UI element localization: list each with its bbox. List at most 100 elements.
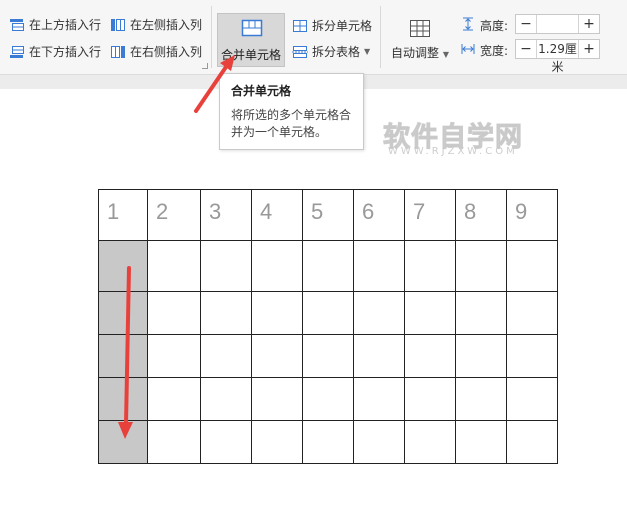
- table-cell[interactable]: [506, 291, 558, 335]
- table-cell[interactable]: [353, 420, 405, 464]
- table-cell[interactable]: [506, 334, 558, 378]
- table-cell[interactable]: [251, 420, 303, 464]
- insert-column-right-label: 在右侧插入列: [130, 45, 203, 59]
- width-input[interactable]: 1.29厘米: [538, 40, 577, 76]
- table-cell[interactable]: [147, 240, 201, 292]
- table-cell[interactable]: [404, 377, 456, 421]
- insert-row-below-label: 在下方插入行: [29, 45, 102, 59]
- table-cell[interactable]: [147, 334, 201, 378]
- merge-cells-tooltip: 合并单元格 将所选的多个单元格合并为一个单元格。: [219, 73, 364, 150]
- table-cell[interactable]: [455, 240, 507, 292]
- table-cell[interactable]: [455, 377, 507, 421]
- height-stepper[interactable]: − +: [515, 14, 600, 34]
- ribbon-toolbar: 在上方插入行 在下方插入行 在左侧插入列 在右侧插入列 合并单元格 拆分单元格: [0, 0, 627, 75]
- group-expand-corner[interactable]: [202, 63, 208, 69]
- insert-row-above-label: 在上方插入行: [29, 18, 102, 32]
- insert-column-left-button[interactable]: 在左侧插入列: [110, 16, 202, 33]
- insert-column-right-icon: [110, 45, 126, 59]
- table-cell[interactable]: [506, 420, 558, 464]
- table-cell[interactable]: [147, 377, 201, 421]
- table-cell[interactable]: [455, 291, 507, 335]
- split-table-button[interactable]: 拆分表格 ▼: [292, 43, 370, 60]
- table-cell[interactable]: [353, 240, 405, 292]
- table-cell[interactable]: 7: [404, 189, 456, 241]
- table-row: [98, 377, 558, 421]
- table-cell[interactable]: [302, 334, 354, 378]
- table-cell[interactable]: [200, 291, 252, 335]
- table-cell[interactable]: [200, 420, 252, 464]
- width-decrease-button[interactable]: −: [516, 40, 537, 58]
- split-table-icon: [292, 45, 308, 59]
- selected-table-cell[interactable]: [98, 334, 148, 378]
- table-row: [98, 420, 558, 464]
- table-cell[interactable]: 3: [200, 189, 252, 241]
- table-cell[interactable]: [302, 291, 354, 335]
- auto-fit-icon: [408, 17, 432, 43]
- document-table[interactable]: 1 2 3 4 5 6 7 8 9: [98, 189, 558, 464]
- table-cell[interactable]: [404, 420, 456, 464]
- table-cell[interactable]: [251, 240, 303, 292]
- table-row: [98, 291, 558, 335]
- watermark-url: WWW.RJZXW.COM: [388, 146, 518, 157]
- table-cell[interactable]: [506, 377, 558, 421]
- table-cell[interactable]: [404, 291, 456, 335]
- table-cell[interactable]: 4: [251, 189, 303, 241]
- table-cell[interactable]: [455, 334, 507, 378]
- insert-row-above-button[interactable]: 在上方插入行: [9, 16, 101, 33]
- table-cell[interactable]: 2: [147, 189, 201, 241]
- merge-cells-label: 合并单元格: [220, 48, 281, 62]
- table-cell[interactable]: [506, 240, 558, 292]
- selected-table-cell[interactable]: [98, 291, 148, 335]
- table-cell[interactable]: [302, 420, 354, 464]
- table-cell[interactable]: [404, 240, 456, 292]
- table-row: [98, 240, 558, 292]
- width-label: 宽度:: [480, 44, 509, 58]
- table-cell[interactable]: [455, 420, 507, 464]
- table-cell[interactable]: [251, 377, 303, 421]
- height-increase-button[interactable]: +: [578, 15, 599, 33]
- table-cell[interactable]: [200, 377, 252, 421]
- table-cell[interactable]: [353, 377, 405, 421]
- height-decrease-button[interactable]: −: [516, 15, 537, 33]
- row-height-icon: [460, 16, 476, 31]
- table-cell[interactable]: [302, 240, 354, 292]
- table-cell[interactable]: 9: [506, 189, 558, 241]
- split-cells-icon: [292, 19, 308, 33]
- table-row: [98, 334, 558, 378]
- table-cell[interactable]: [147, 291, 201, 335]
- insert-column-left-label: 在左侧插入列: [130, 18, 203, 32]
- table-cell[interactable]: [147, 420, 201, 464]
- column-width-icon: [460, 41, 476, 55]
- tooltip-body: 将所选的多个单元格合并为一个单元格。: [231, 108, 352, 139]
- width-increase-button[interactable]: +: [578, 40, 599, 58]
- table-cell[interactable]: [251, 334, 303, 378]
- toolbar-divider: [211, 6, 212, 68]
- auto-fit-button[interactable]: 自动调整 ▼: [388, 14, 452, 64]
- insert-column-right-button[interactable]: 在右侧插入列: [110, 43, 202, 60]
- split-table-label: 拆分表格: [312, 45, 361, 59]
- merge-cells-icon: [241, 19, 263, 41]
- table-cell[interactable]: [200, 334, 252, 378]
- selected-table-cell[interactable]: [98, 240, 148, 292]
- table-cell[interactable]: 1: [98, 189, 148, 241]
- table-cell[interactable]: [404, 334, 456, 378]
- table-row: 1 2 3 4 5 6 7 8 9: [98, 189, 558, 241]
- selected-table-cell[interactable]: [98, 420, 148, 464]
- height-label: 高度:: [480, 19, 509, 33]
- table-cell[interactable]: [200, 240, 252, 292]
- width-stepper[interactable]: − 1.29厘米 +: [515, 39, 600, 74]
- insert-row-below-button[interactable]: 在下方插入行: [9, 43, 101, 60]
- split-table-dropdown-icon[interactable]: ▼: [364, 47, 370, 56]
- auto-fit-label: 自动调整 ▼: [391, 46, 449, 60]
- selected-table-cell[interactable]: [98, 377, 148, 421]
- table-cell[interactable]: 8: [455, 189, 507, 241]
- split-cells-button[interactable]: 拆分单元格: [292, 17, 372, 34]
- table-cell[interactable]: 6: [353, 189, 405, 241]
- table-cell[interactable]: [353, 291, 405, 335]
- table-cell[interactable]: [353, 334, 405, 378]
- table-cell[interactable]: [302, 377, 354, 421]
- insert-column-left-icon: [110, 18, 126, 32]
- table-cell[interactable]: [251, 291, 303, 335]
- table-cell[interactable]: 5: [302, 189, 354, 241]
- merge-cells-button[interactable]: 合并单元格: [217, 13, 285, 67]
